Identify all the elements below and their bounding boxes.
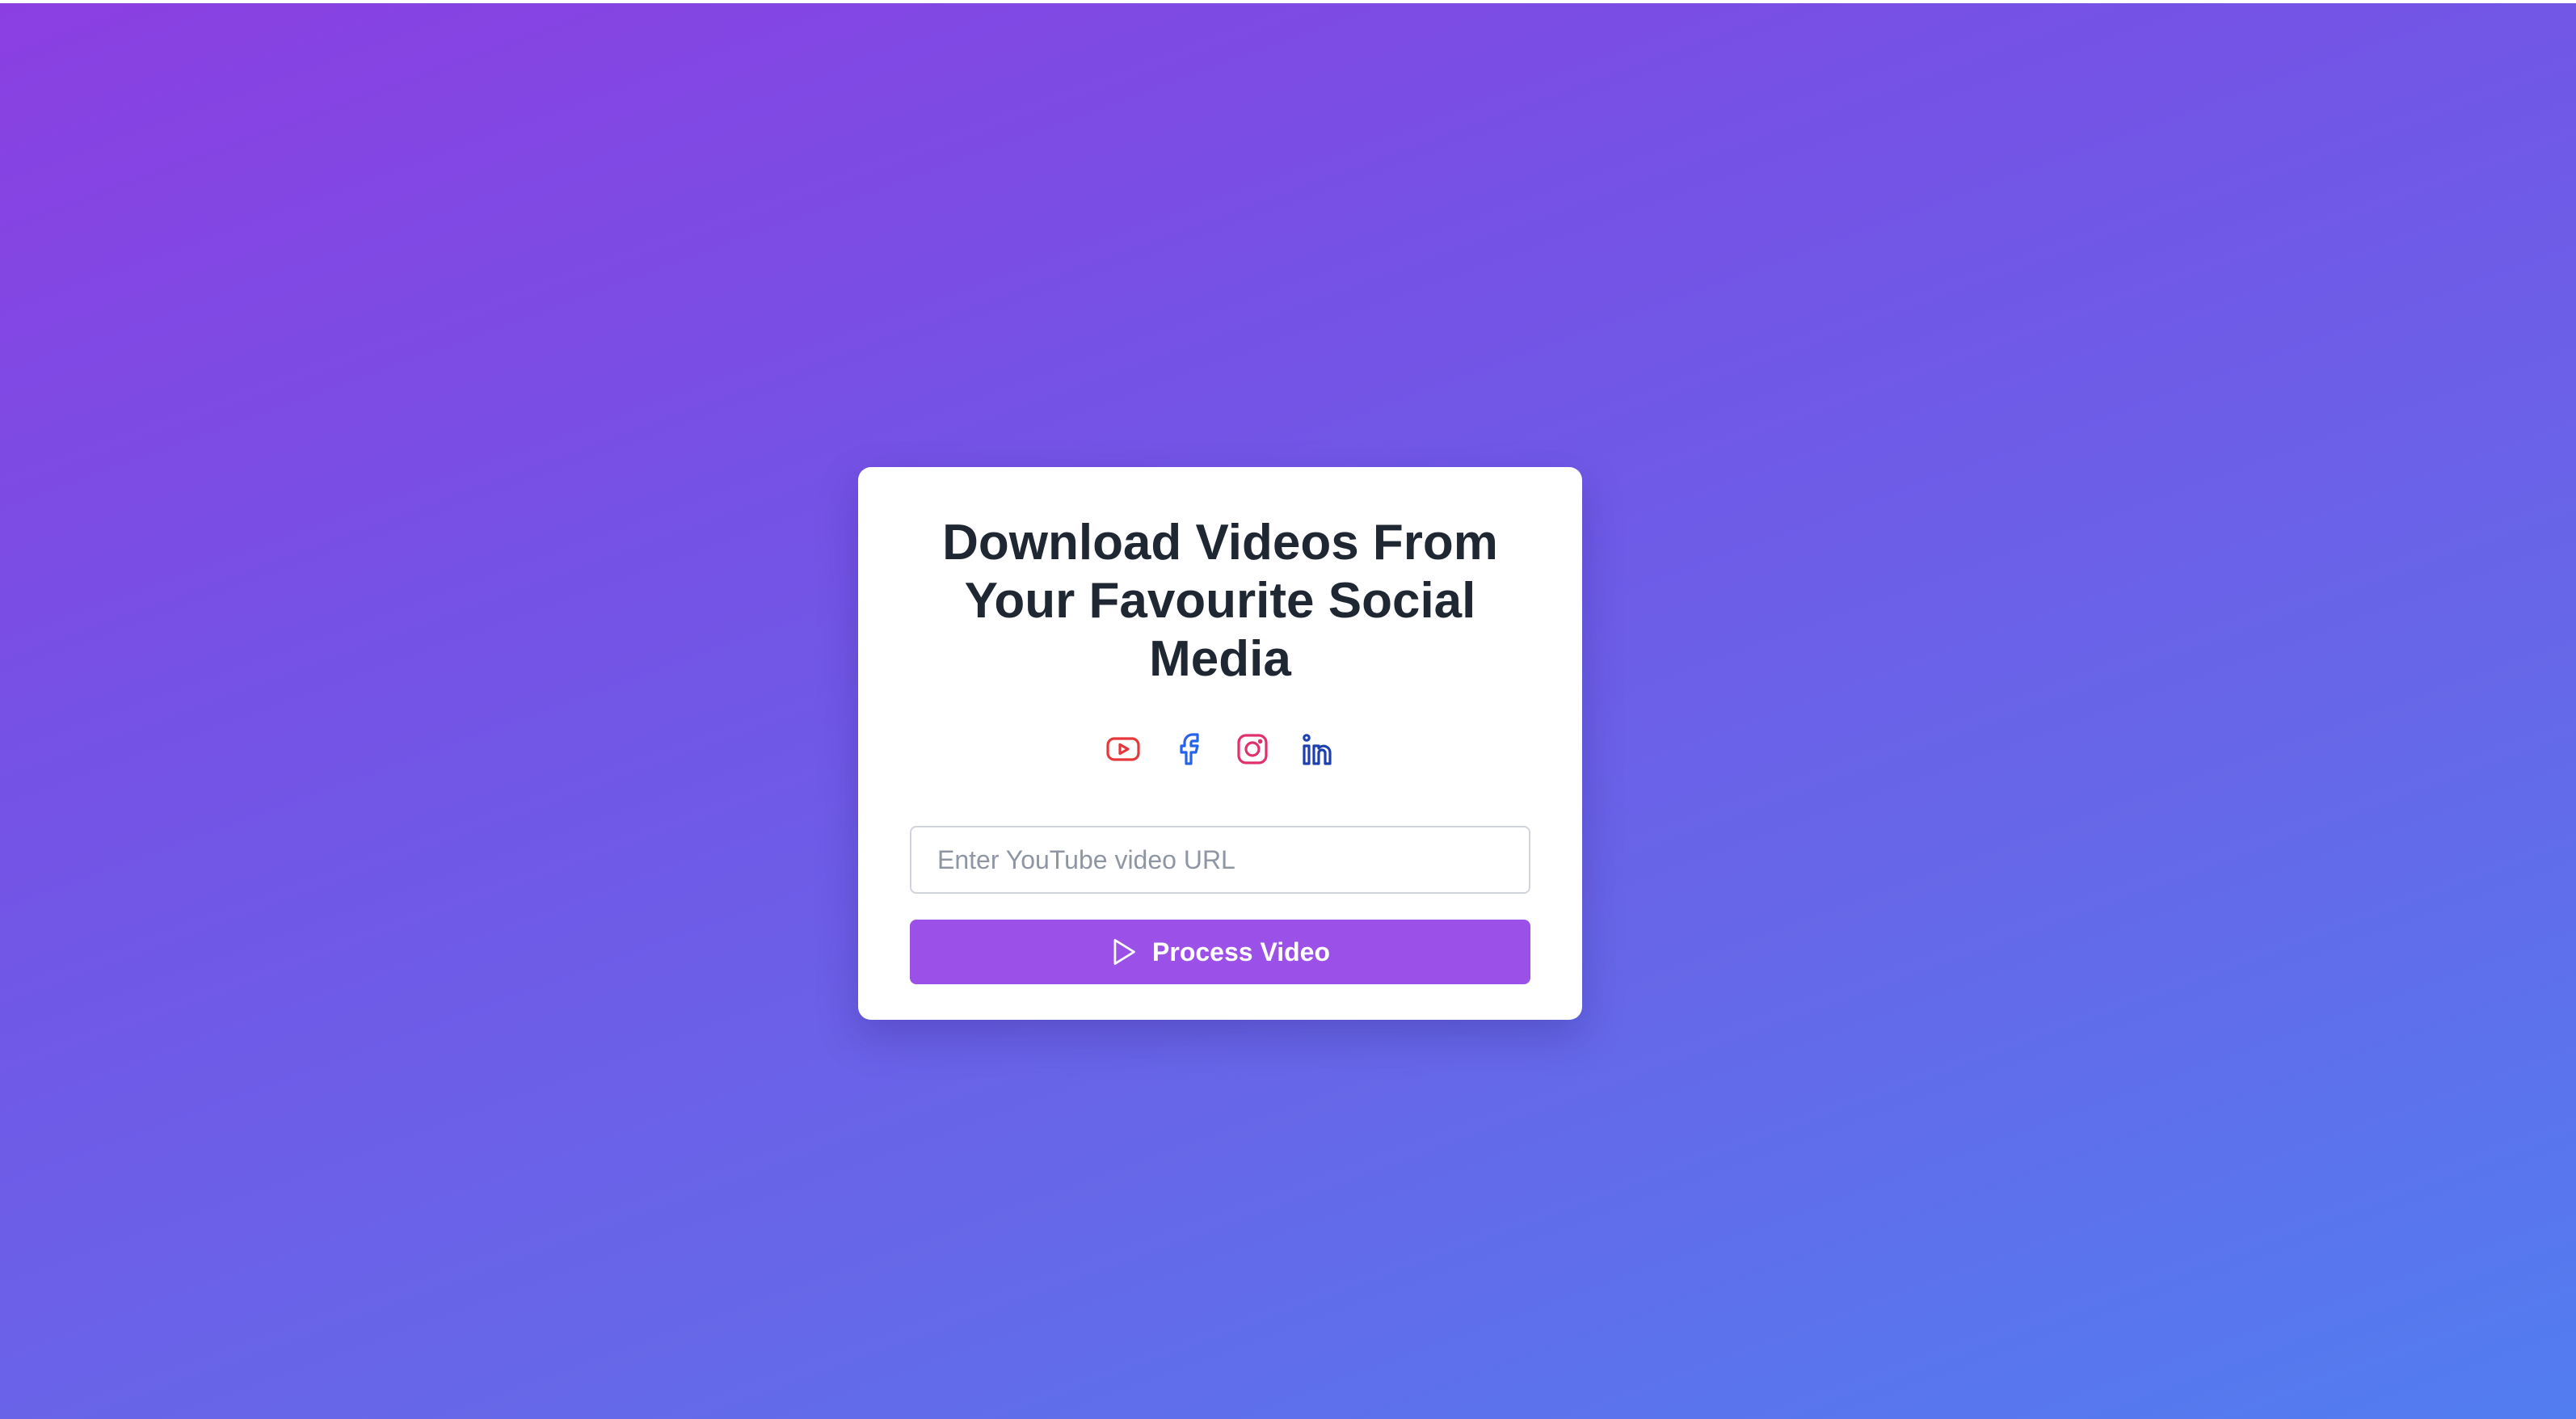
instagram-icon[interactable] bbox=[1233, 730, 1272, 768]
play-icon bbox=[1110, 937, 1138, 966]
top-edge-line bbox=[0, 0, 2576, 3]
linkedin-icon[interactable] bbox=[1298, 730, 1336, 768]
facebook-icon[interactable] bbox=[1168, 730, 1207, 768]
download-card: Download Videos From Your Favourite Soci… bbox=[858, 467, 1582, 1020]
process-video-button[interactable]: Process Video bbox=[910, 920, 1530, 984]
video-url-input[interactable] bbox=[910, 826, 1530, 894]
page-title: Download Videos From Your Favourite Soci… bbox=[942, 515, 1498, 687]
youtube-icon[interactable] bbox=[1104, 730, 1143, 768]
process-video-label: Process Video bbox=[1152, 937, 1330, 966]
platform-icons bbox=[910, 729, 1530, 769]
